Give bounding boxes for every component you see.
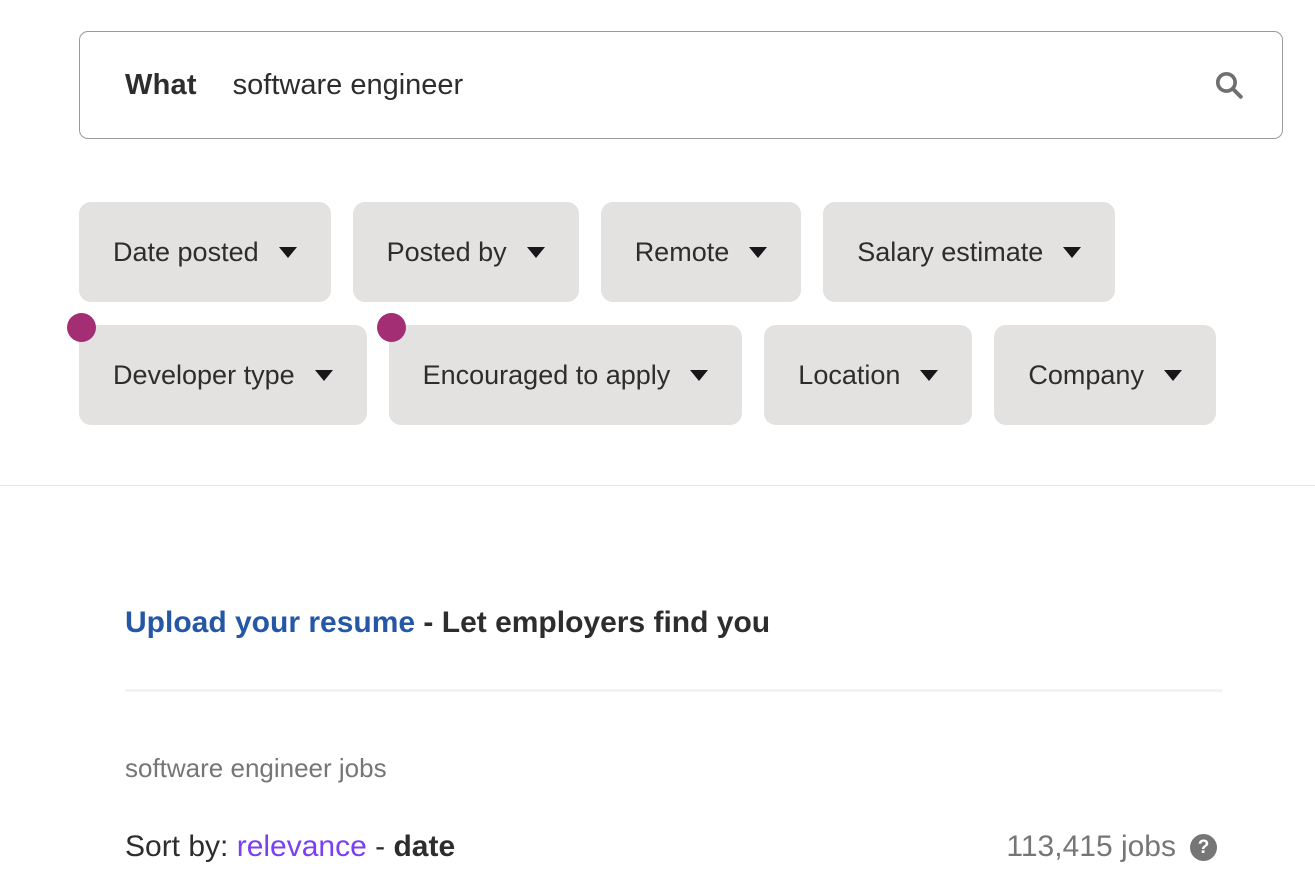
filter-salary-estimate[interactable]: Salary estimate <box>823 202 1116 302</box>
new-filter-dot-icon <box>67 313 96 342</box>
chevron-down-icon <box>920 369 939 381</box>
filter-date-posted[interactable]: Date posted <box>79 202 331 302</box>
filter-encouraged-to-apply[interactable]: Encouraged to apply <box>388 325 743 425</box>
filter-chip-label: Date posted <box>113 236 259 267</box>
sort-separator: - <box>366 830 394 863</box>
filter-chip-wrapper: Company <box>994 325 1216 425</box>
filter-chip-wrapper: Developer type <box>67 313 367 425</box>
filter-chip-label: Encouraged to apply <box>422 359 671 390</box>
filter-chip-label: Developer type <box>113 359 295 390</box>
filter-chip-wrapper: Posted by <box>352 202 579 302</box>
filter-pills-region: Date posted Posted by Remote Salary esti… <box>0 196 1315 436</box>
search-icon <box>1212 68 1246 102</box>
filter-chip-wrapper: Remote <box>600 202 802 302</box>
sort-by-label: Sort by: <box>125 830 237 863</box>
sort-controls: Sort by: relevance - date <box>125 830 455 864</box>
search-what-input[interactable] <box>232 68 1206 102</box>
search-bar-container: What <box>79 31 1283 139</box>
filter-chip-wrapper: Salary estimate <box>823 202 1116 302</box>
filter-chip-label: Remote <box>634 236 730 267</box>
filter-chip-label: Posted by <box>386 236 507 267</box>
help-icon[interactable]: ? <box>1190 833 1217 861</box>
chevron-down-icon <box>314 369 333 381</box>
filter-developer-type[interactable]: Developer type <box>79 325 367 425</box>
sort-by-date-active[interactable]: date <box>393 830 455 863</box>
results-divider <box>125 689 1222 692</box>
filter-chip-label: Salary estimate <box>857 236 1044 267</box>
search-what-label: What <box>125 68 197 101</box>
filter-row-secondary: Developer type Encouraged to apply Locat… <box>67 313 1238 425</box>
chevron-down-icon <box>1063 246 1082 258</box>
new-filter-dot-icon <box>376 313 406 342</box>
filter-chip-wrapper: Location <box>764 325 973 425</box>
chevron-down-icon <box>526 246 545 258</box>
results-count-text: 113,415 jobs <box>1006 830 1176 863</box>
resume-promo: Upload your resume - Let employers find … <box>125 606 770 640</box>
results-count-group: 113,415 jobs ? <box>1006 830 1217 864</box>
chevron-down-icon <box>278 246 297 258</box>
filter-chip-label: Location <box>798 359 901 390</box>
filter-chip-wrapper: Date posted <box>79 202 331 302</box>
chevron-down-icon <box>749 246 768 258</box>
search-form: What <box>79 31 1283 139</box>
chevron-down-icon <box>690 369 709 381</box>
sort-by-relevance-link[interactable]: relevance <box>237 830 367 863</box>
search-query-heading: software engineer jobs <box>125 753 387 783</box>
filters-divider <box>0 485 1315 486</box>
search-submit-button[interactable] <box>1206 62 1252 108</box>
upload-resume-link[interactable]: Upload your resume <box>125 606 415 639</box>
resume-promo-text: - Let employers find you <box>415 606 771 639</box>
filter-remote[interactable]: Remote <box>600 202 802 302</box>
filter-company[interactable]: Company <box>994 325 1216 425</box>
chevron-down-icon <box>1163 369 1182 381</box>
filter-row-primary: Date posted Posted by Remote Salary esti… <box>79 202 1137 302</box>
filter-posted-by[interactable]: Posted by <box>352 202 579 302</box>
filter-location[interactable]: Location <box>764 325 973 425</box>
filter-chip-wrapper: Encouraged to apply <box>376 313 743 425</box>
filter-chip-label: Company <box>1028 359 1144 390</box>
